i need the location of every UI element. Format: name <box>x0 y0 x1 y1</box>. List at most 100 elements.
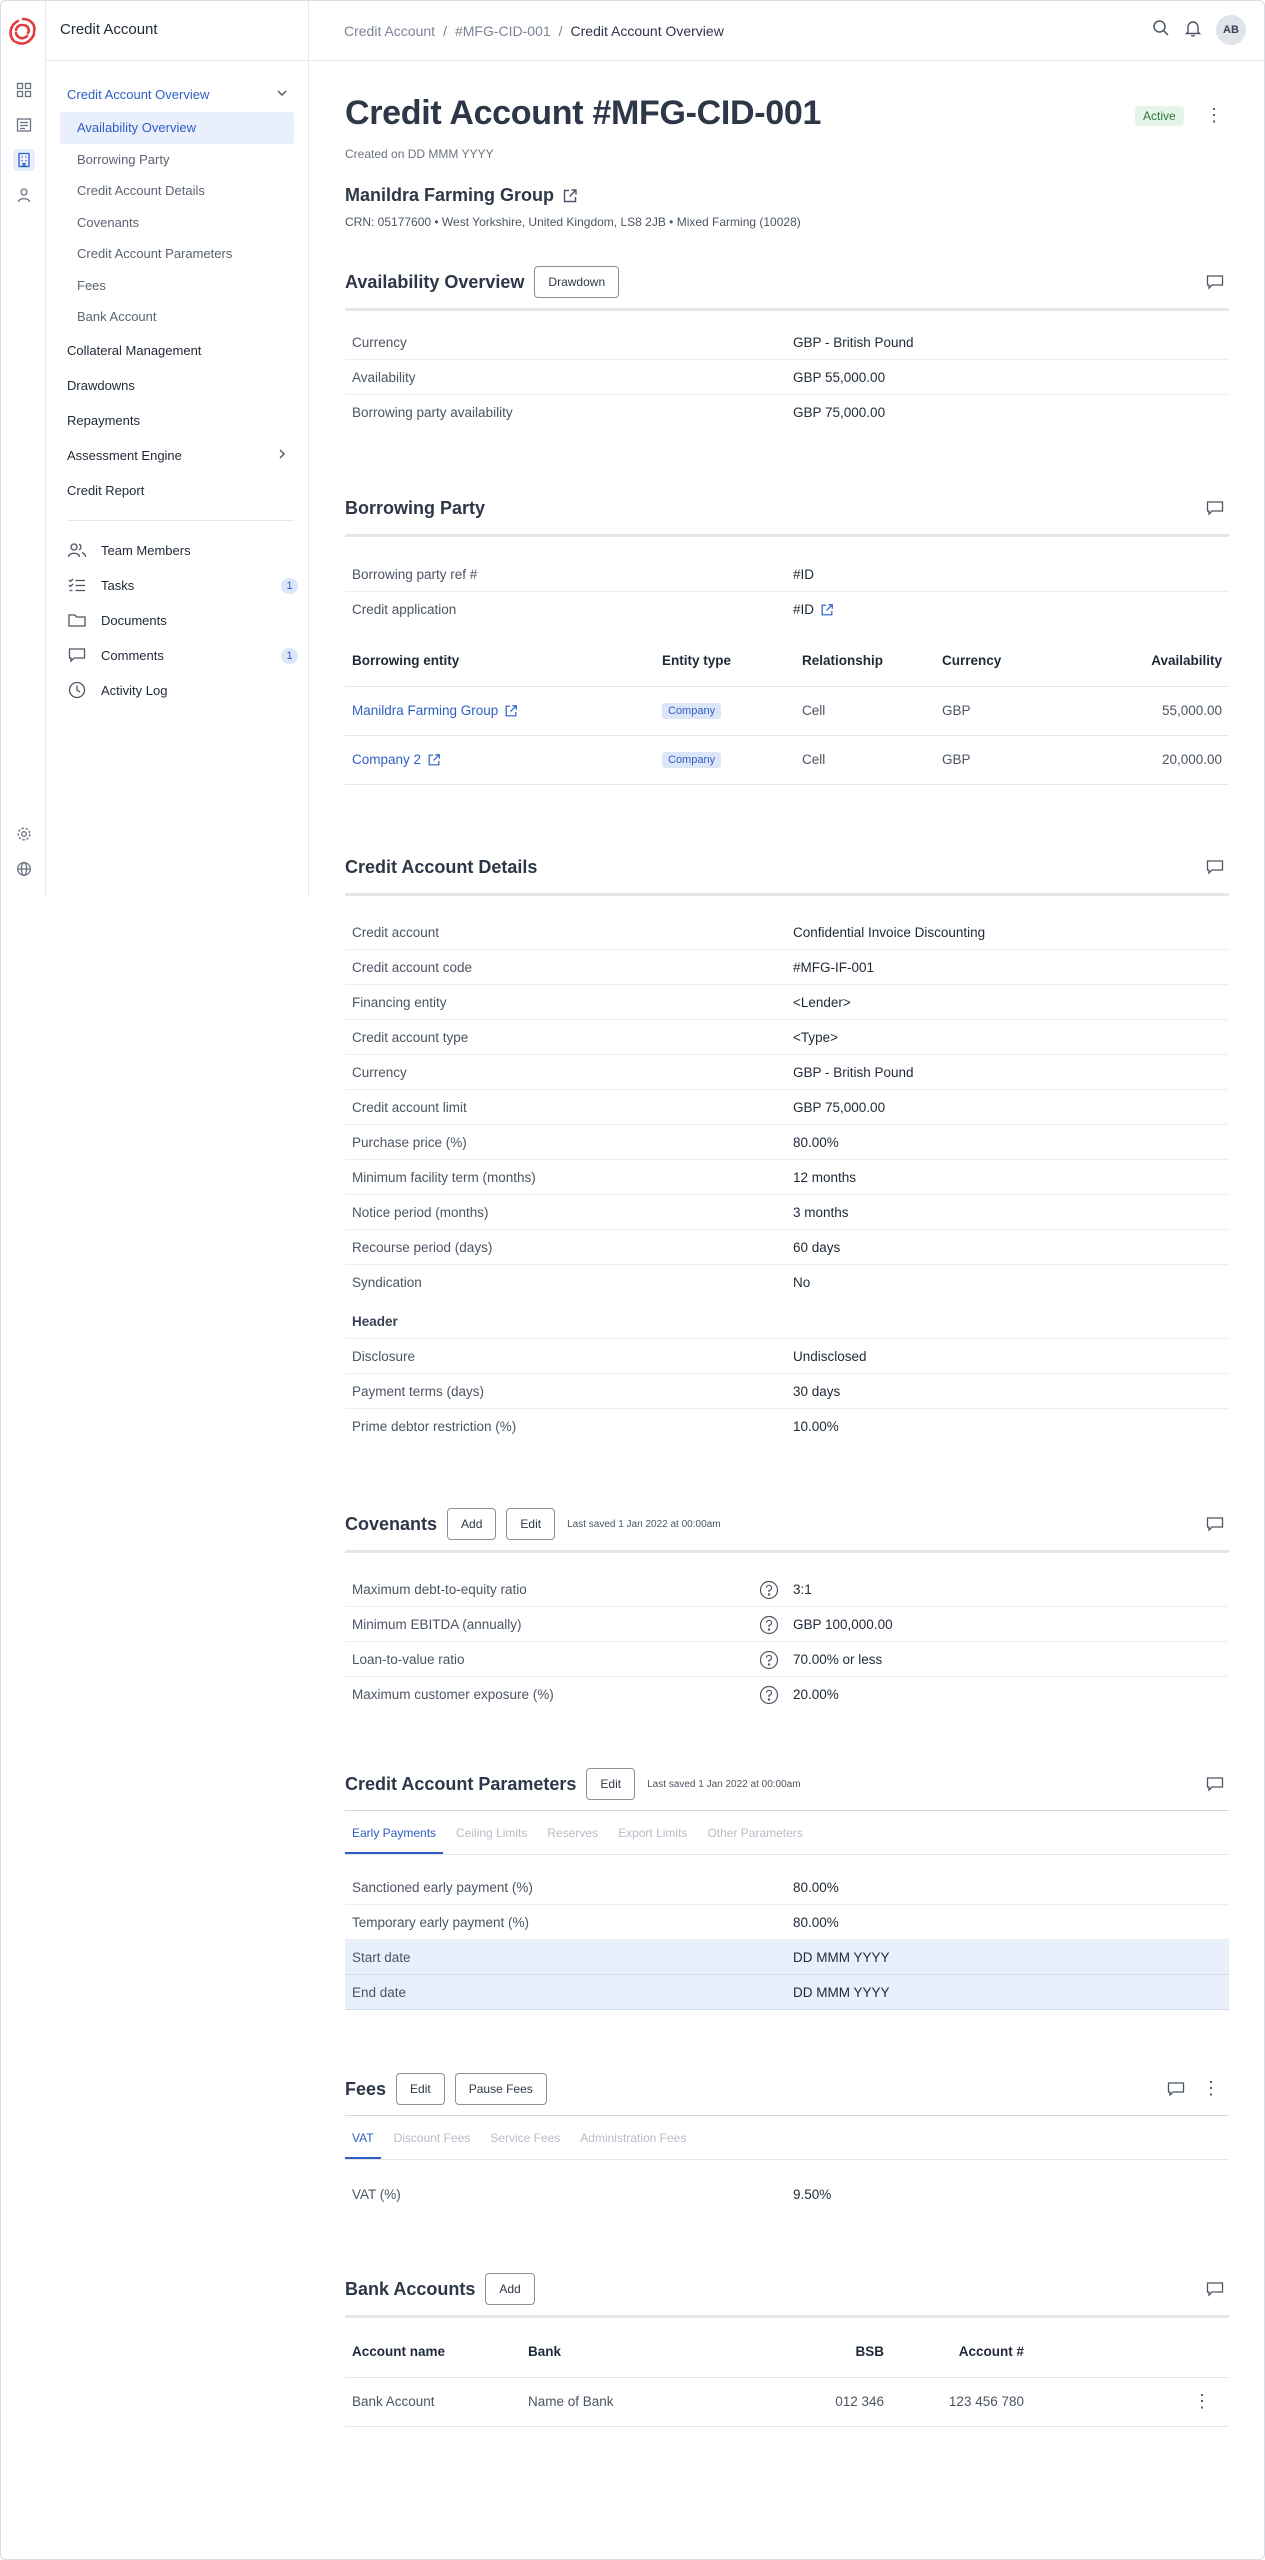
breadcrumb-item[interactable]: Credit Account <box>344 23 435 39</box>
credit-account-details-section: Credit Account Details Credit account Con… <box>345 850 1229 1444</box>
section-title: Fees <box>345 2078 387 2099</box>
edit-fees-button[interactable]: Edit <box>396 2073 445 2105</box>
detail-value: GBP 100,000.00 <box>793 1617 893 1632</box>
comment-icon[interactable] <box>1206 859 1224 875</box>
detail-label: Payment terms (days) <box>352 1384 485 1399</box>
sidebar-item-label: Credit Account Parameters <box>77 246 233 262</box>
section-header: Credit Account Parameters Edit Last save… <box>345 1767 1229 1801</box>
sidebar-item-bank-account[interactable]: Bank Account <box>60 301 308 333</box>
table-cell: Cell <box>795 735 935 785</box>
sidebar-item-collateral-management[interactable]: Collateral Management <box>60 333 308 368</box>
parameters-section: Credit Account Parameters Edit Last save… <box>345 1767 1229 2010</box>
sidebar-item-tasks[interactable]: Tasks 1 <box>60 568 308 603</box>
tab-early-payments[interactable]: Early Payments <box>345 1811 444 1854</box>
fees-tabs: VAT Discount Fees Service Fees Administr… <box>345 2116 1229 2160</box>
comment-icon[interactable] <box>1206 500 1224 516</box>
detail-value: GBP - British Pound <box>793 1065 914 1080</box>
more-options-icon[interactable]: ⋮ <box>1205 106 1223 124</box>
pause-fees-button[interactable]: Pause Fees <box>454 2073 547 2105</box>
edit-covenants-button[interactable]: Edit <box>506 1508 556 1540</box>
entity-type-pill: Company <box>662 752 722 768</box>
detail-value: 20.00% <box>793 1687 839 1702</box>
sidebar-item-availability-overview[interactable]: Availability Overview <box>60 112 294 144</box>
link-text: #ID <box>793 602 815 617</box>
search-icon[interactable] <box>1152 19 1170 42</box>
sidebar-item-comments[interactable]: Comments 1 <box>60 638 308 673</box>
section-title: Credit Account Parameters <box>345 1773 577 1794</box>
entity-link[interactable]: Company 2 <box>352 752 441 767</box>
sidebar-item-activity-log[interactable]: Activity Log <box>60 673 308 708</box>
bell-icon[interactable] <box>1184 19 1202 42</box>
comment-icon[interactable] <box>1167 2081 1185 2097</box>
organisation-details: CRN: 05177600 • West Yorkshire, United K… <box>345 215 801 229</box>
add-bank-account-button[interactable]: Add <box>485 2273 535 2305</box>
detail-label: Disclosure <box>352 1349 416 1364</box>
tab-export-limits[interactable]: Export Limits <box>611 1811 694 1854</box>
sidebar-item-credit-account-overview[interactable]: Credit Account Overview <box>60 77 308 112</box>
more-options-icon[interactable]: ⋮ <box>1031 2377 1229 2427</box>
tab-vat[interactable]: VAT <box>345 2116 381 2159</box>
table-cell: GBP <box>935 735 1085 785</box>
sidebar-item-assessment-engine[interactable]: Assessment Engine <box>60 438 308 473</box>
sidebar-item-credit-account-parameters[interactable]: Credit Account Parameters <box>60 238 308 270</box>
breadcrumb-item[interactable]: #MFG-CID-001 <box>455 23 551 39</box>
organisation-name[interactable]: Manildra Farming Group <box>345 185 578 206</box>
edit-parameters-button[interactable]: Edit <box>586 1768 636 1800</box>
help-icon[interactable] <box>759 1615 779 1635</box>
sidebar-item-repayments[interactable]: Repayments <box>60 403 308 438</box>
sidebar-item-credit-account-details[interactable]: Credit Account Details <box>60 175 308 207</box>
sidebar-item-borrowing-party[interactable]: Borrowing Party <box>60 144 308 176</box>
comments-count-badge: 1 <box>281 647 298 664</box>
help-icon[interactable] <box>759 1580 779 1600</box>
tab-ceiling-limits[interactable]: Ceiling Limits <box>449 1811 534 1854</box>
tab-reserves[interactable]: Reserves <box>540 1811 605 1854</box>
globe-icon[interactable] <box>13 858 35 880</box>
detail-row: Credit application #ID <box>345 592 1229 627</box>
chevron-right-icon[interactable] <box>276 448 288 460</box>
sidebar: Credit Account Credit Account Overview A… <box>46 1 309 896</box>
detail-value: GBP 75,000.00 <box>793 405 886 420</box>
detail-value: <Lender> <box>793 995 851 1010</box>
comment-icon[interactable] <box>1206 274 1224 290</box>
sidebar-item-drawdowns[interactable]: Drawdowns <box>60 368 308 403</box>
settings-icon[interactable] <box>13 823 35 845</box>
detail-label: Credit account code <box>352 960 473 975</box>
add-covenant-button[interactable]: Add <box>447 1508 497 1540</box>
chevron-down-icon[interactable] <box>276 87 288 99</box>
detail-value: DD MMM YYYY <box>793 1950 890 1965</box>
building-icon[interactable] <box>13 149 35 171</box>
help-icon[interactable] <box>759 1650 779 1670</box>
sidebar-item-team-members[interactable]: Team Members <box>60 533 308 568</box>
tab-service-fees[interactable]: Service Fees <box>483 2116 567 2159</box>
tab-administration-fees[interactable]: Administration Fees <box>573 2116 693 2159</box>
tab-other-parameters[interactable]: Other Parameters <box>700 1811 809 1854</box>
dashboard-icon[interactable] <box>13 79 35 101</box>
credit-application-link[interactable]: #ID <box>793 602 834 617</box>
more-options-icon[interactable]: ⋮ <box>1202 2079 1220 2097</box>
sidebar-item-documents[interactable]: Documents <box>60 603 308 638</box>
team-icon <box>67 540 87 560</box>
comment-icon[interactable] <box>1206 2281 1224 2297</box>
comment-icon[interactable] <box>1206 1776 1224 1792</box>
comment-icon[interactable] <box>1206 1516 1224 1532</box>
entity-link[interactable]: Manildra Farming Group <box>352 703 518 718</box>
sidebar-item-fees[interactable]: Fees <box>60 270 308 302</box>
section-header: Bank Accounts Add <box>345 2272 1229 2306</box>
availability-section: Availability Overview Drawdown Currency G… <box>345 265 1229 430</box>
user-icon[interactable] <box>13 184 35 206</box>
drawdown-button[interactable]: Drawdown <box>534 266 620 298</box>
sidebar-item-covenants[interactable]: Covenants <box>60 207 308 239</box>
clock-icon <box>67 680 87 700</box>
sidebar-item-credit-report[interactable]: Credit Report <box>60 473 308 508</box>
avatar[interactable]: AB <box>1216 15 1246 45</box>
table-row: Manildra Farming Group Company Cell GBP … <box>345 686 1229 736</box>
tab-discount-fees[interactable]: Discount Fees <box>387 2116 478 2159</box>
external-link-icon[interactable] <box>562 188 578 204</box>
accounts-icon[interactable] <box>13 114 35 136</box>
help-icon[interactable] <box>759 1685 779 1705</box>
detail-label: Currency <box>352 1065 407 1080</box>
external-link-icon <box>505 704 518 716</box>
sidebar-item-label: Documents <box>101 612 167 628</box>
detail-value: 60 days <box>793 1240 841 1255</box>
table-row: Bank Account Name of Bank 012 346 123 45… <box>345 2377 1229 2427</box>
